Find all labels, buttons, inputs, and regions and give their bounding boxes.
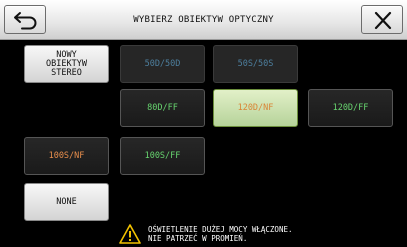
warning-message: OŚWIETLENIE DUŻEJ MOCY WŁĄCZONE. NIE PAT… <box>148 225 368 243</box>
lens-80d-ff-button[interactable]: 80D/FF <box>120 89 205 127</box>
lens-80d-ff-label: 80D/FF <box>147 102 178 113</box>
close-x-icon <box>374 11 392 30</box>
lens-none-button[interactable]: NONE <box>24 183 109 221</box>
lens-100s-nf-label: 100S/NF <box>48 150 85 161</box>
lens-100s-ff-label: 100S/FF <box>144 150 181 161</box>
lens-120d-ff-button[interactable]: 120D/FF <box>308 89 393 127</box>
warning-line-2: NIE PATRZEĆ W PROMIEŃ. <box>148 233 248 243</box>
lens-120d-nf-button[interactable]: 120D/NF <box>213 89 298 127</box>
lens-100s-ff-button[interactable]: 100S/FF <box>120 137 205 175</box>
lens-none-label: NONE <box>56 196 77 207</box>
lens-120d-nf-label: 120D/NF <box>237 102 274 113</box>
page-title: WYBIERZ OBIEKTYW OPTYCZNY <box>133 15 274 25</box>
new-stereo-lens-button[interactable]: NOWY OBIEKTYW STEREO <box>24 45 109 83</box>
warning-triangle-icon <box>119 224 141 244</box>
back-arrow-icon <box>14 12 37 30</box>
close-button[interactable] <box>361 5 403 34</box>
lens-120d-ff-label: 120D/FF <box>332 102 369 113</box>
lens-50d-50d-label: 50D/50D <box>144 58 181 69</box>
lens-50d-50d-button[interactable]: 50D/50D <box>120 45 205 83</box>
header-bar: WYBIERZ OBIEKTYW OPTYCZNY <box>0 0 407 40</box>
lens-50s-50s-label: 50S/50S <box>237 58 274 69</box>
lens-selection-screen: WYBIERZ OBIEKTYW OPTYCZNY NOWY OBIEKTYW … <box>0 0 407 247</box>
lens-100s-nf-button[interactable]: 100S/NF <box>24 137 109 175</box>
back-button[interactable] <box>4 5 46 34</box>
new-stereo-lens-label: NOWY OBIEKTYW STEREO <box>46 49 87 78</box>
lens-50s-50s-button[interactable]: 50S/50S <box>213 45 298 83</box>
